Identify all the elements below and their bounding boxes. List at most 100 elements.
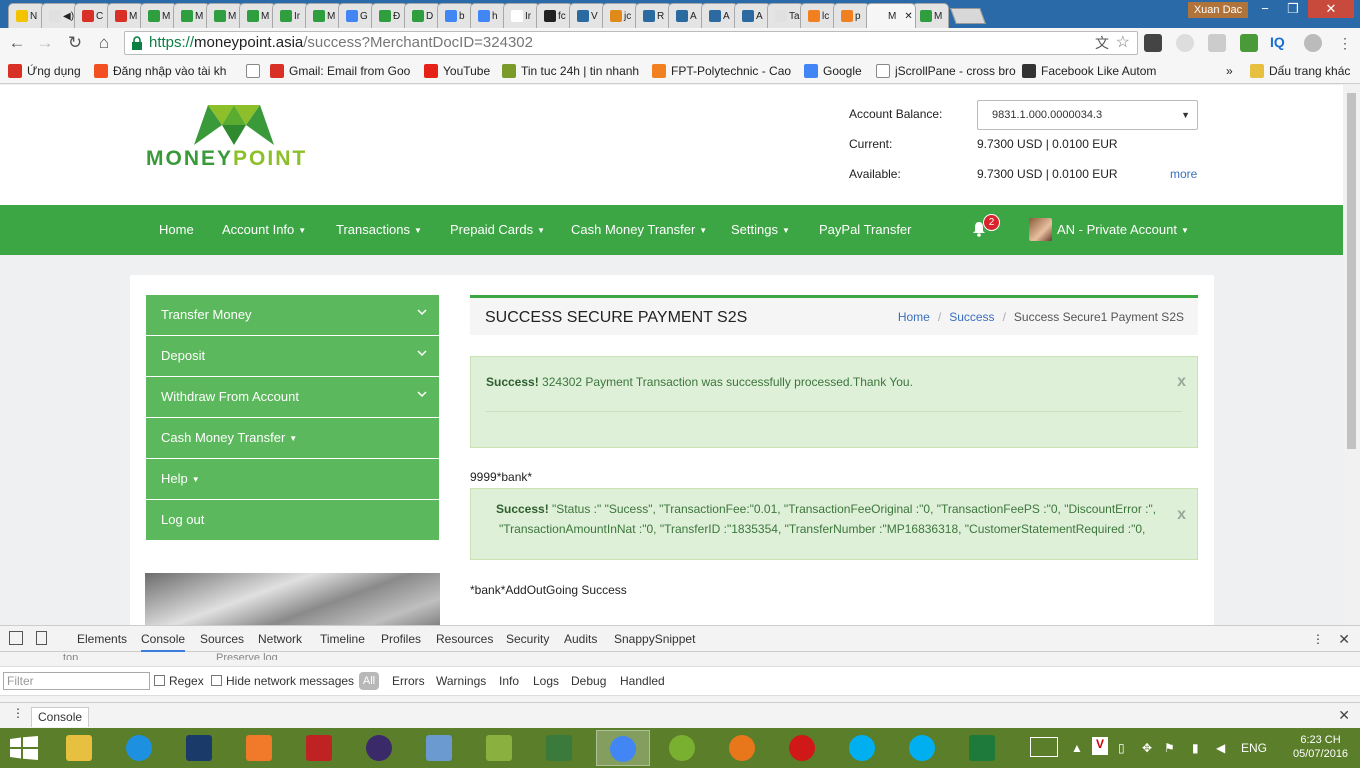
console-filter-input[interactable]: Filter: [3, 672, 150, 690]
minimize-button[interactable]: −: [1252, 0, 1278, 18]
devtools-tab[interactable]: Timeline: [320, 632, 365, 646]
browser-tab[interactable]: h: [470, 3, 507, 28]
taskbar-app-virtualbox[interactable]: [413, 730, 467, 766]
devtools-close-button[interactable]: ✕: [1338, 631, 1350, 648]
browser-tab[interactable]: R: [635, 3, 672, 28]
taskbar-app-excel[interactable]: [956, 730, 1010, 766]
bookmark-item[interactable]: Ứng dụng: [8, 63, 81, 79]
browser-tab[interactable]: M: [173, 3, 210, 28]
nav-account-info[interactable]: Account Info ▼: [222, 222, 306, 237]
taskbar-app-firefox[interactable]: [716, 730, 770, 766]
restore-button[interactable]: ❐: [1280, 0, 1306, 18]
taskbar-app-filezilla[interactable]: [293, 730, 347, 766]
devtools-tab[interactable]: Security: [506, 632, 549, 646]
new-tab-button[interactable]: [950, 8, 986, 24]
home-button[interactable]: ⌂: [93, 32, 115, 54]
bookmark-item[interactable]: Facebook Like Autom: [1022, 63, 1156, 79]
browser-tab[interactable]: M: [305, 3, 342, 28]
console-level-filter[interactable]: Warnings: [436, 674, 486, 688]
devtools-tab[interactable]: Sources: [200, 632, 244, 646]
bookmark-item[interactable]: Đăng nhập vào tài kh: [94, 63, 226, 79]
console-level-filter[interactable]: Logs: [533, 674, 559, 688]
bookmarks-overflow[interactable]: »: [1226, 63, 1233, 79]
extension-spy-icon[interactable]: [1144, 34, 1162, 52]
devtools-tab[interactable]: Audits: [564, 632, 597, 646]
browser-tab[interactable]: M: [140, 3, 177, 28]
reload-button[interactable]: ↻: [64, 32, 86, 54]
browser-tab[interactable]: fc: [536, 3, 573, 28]
console-level-filter[interactable]: Info: [499, 674, 519, 688]
avatar[interactable]: [1029, 218, 1052, 241]
profile-name[interactable]: Xuan Dac: [1188, 2, 1248, 18]
browser-tab[interactable]: M: [107, 3, 144, 28]
taskbar-app-clock-app[interactable]: [656, 730, 710, 766]
sidebar-item-cash-money-transfer[interactable]: Cash Money Transfer ▼: [146, 418, 439, 458]
account-select[interactable]: 9831.1.000.0000034.3 ▼: [977, 100, 1198, 130]
browser-tab[interactable]: N: [8, 3, 45, 28]
browser-tab[interactable]: D: [404, 3, 441, 28]
browser-tab[interactable]: M: [912, 3, 949, 28]
bookmark-item[interactable]: FPT-Polytechnic - Cao: [652, 63, 791, 79]
hide-network-checkbox[interactable]: [211, 675, 222, 686]
alert-close-button[interactable]: x: [1177, 373, 1186, 391]
scrollbar-thumb[interactable]: [1347, 93, 1356, 449]
tray-expand-icon[interactable]: ▲: [1071, 741, 1083, 755]
console-level-filter[interactable]: Errors: [392, 674, 425, 688]
translate-icon[interactable]: 文: [1095, 32, 1109, 54]
tray-app-icon[interactable]: V: [1092, 737, 1108, 755]
keyboard-icon[interactable]: [1030, 737, 1058, 757]
flag-icon[interactable]: ⚑: [1164, 741, 1175, 755]
shield-icon[interactable]: [1208, 34, 1226, 52]
level-all-button[interactable]: All: [359, 672, 379, 690]
breadcrumb-home[interactable]: Home: [898, 310, 930, 324]
device-mode-icon[interactable]: [36, 631, 47, 645]
browser-tab[interactable]: Đ: [371, 3, 408, 28]
nav-transactions[interactable]: Transactions ▼: [336, 222, 422, 237]
logo-wordmark[interactable]: MONEYPOINT: [146, 147, 307, 171]
alert-close-button[interactable]: x: [1177, 506, 1186, 524]
browser-tab[interactable]: M ✕: [866, 3, 916, 28]
devtools-tab[interactable]: Elements: [77, 632, 127, 646]
forward-button[interactable]: →: [34, 32, 56, 54]
extension-circle-icon[interactable]: [1176, 34, 1194, 52]
bookmark-item[interactable]: YouTube: [424, 63, 490, 79]
taskbar-app-ie[interactable]: [113, 730, 167, 766]
windows-start-icon[interactable]: [10, 736, 38, 760]
browser-tab[interactable]: G: [338, 3, 375, 28]
taskbar-app-skype[interactable]: [836, 730, 890, 766]
breadcrumb-success[interactable]: Success: [949, 310, 994, 324]
sidebar-item-transfer-money[interactable]: Transfer Money: [146, 295, 439, 335]
bookmark-item[interactable]: jScrollPane - cross bro: [876, 63, 1016, 79]
browser-tab[interactable]: V: [569, 3, 606, 28]
drawer-menu-icon[interactable]: ⋮: [12, 706, 24, 720]
menu-icon[interactable]: ⋮: [1334, 32, 1356, 54]
devtools-tab[interactable]: Console: [141, 632, 186, 652]
browser-tab[interactable]: C: [74, 3, 111, 28]
taskbar-app-notepad[interactable]: [473, 730, 527, 766]
volume-icon[interactable]: ◀: [1216, 741, 1225, 755]
browser-tab[interactable]: Tab: [767, 3, 804, 28]
taskbar-app-tool[interactable]: [533, 730, 587, 766]
devtools-menu-icon[interactable]: ⋮: [1312, 632, 1324, 646]
sidebar-item-logout[interactable]: Log out: [146, 500, 439, 540]
browser-tab[interactable]: Ir: [272, 3, 309, 28]
browser-tab[interactable]: jc: [602, 3, 639, 28]
nav-cash-money-transfer[interactable]: Cash Money Transfer ▼: [571, 222, 707, 237]
nav-account-menu[interactable]: AN - Private Account ▼: [1057, 222, 1189, 237]
taskbar-app-chrome[interactable]: [596, 730, 650, 766]
browser-tab[interactable]: p: [833, 3, 870, 28]
back-button[interactable]: ←: [6, 32, 28, 54]
console-level-filter[interactable]: Debug: [571, 674, 606, 688]
eyedropper-icon[interactable]: [1240, 34, 1258, 52]
sidebar-item-withdraw[interactable]: Withdraw From Account: [146, 377, 439, 417]
browser-tab[interactable]: b: [437, 3, 474, 28]
close-window-button[interactable]: ✕: [1308, 0, 1354, 18]
drawer-tab-console[interactable]: Console: [31, 707, 90, 727]
drawer-close-button[interactable]: ✕: [1338, 707, 1350, 724]
bookmark-item[interactable]: Gmail: Email from Goo: [270, 63, 410, 79]
browser-tab[interactable]: lc: [800, 3, 837, 28]
taskbar-app-opera[interactable]: [776, 730, 830, 766]
devtools-tab[interactable]: SnappySnippet: [614, 632, 695, 646]
taskbar-app-photoshop[interactable]: [173, 730, 227, 766]
console-level-filter[interactable]: Handled: [620, 674, 665, 688]
